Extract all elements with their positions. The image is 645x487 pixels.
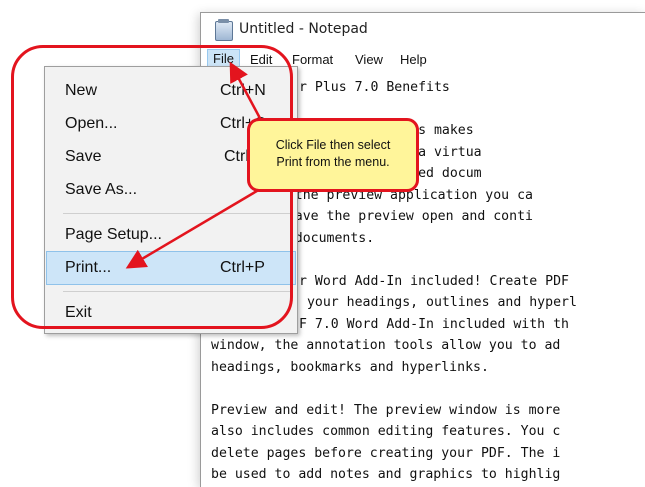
menu-item-label: Page Setup... xyxy=(65,226,162,243)
callout-line-1: Click File then select xyxy=(275,138,391,152)
document-line: delete pages before creating your PDF. T… xyxy=(211,445,561,461)
menu-item-label: Save xyxy=(65,148,102,165)
document-line: window, the annotation tools allow you t… xyxy=(211,338,561,353)
menu-item-shortcut: Ctrl+P xyxy=(220,259,265,276)
menu-view[interactable]: View xyxy=(350,51,388,68)
menu-item-label: New xyxy=(65,82,98,99)
window-title: Untitled - Notepad xyxy=(239,21,368,37)
menu-item-shortcut: Ctrl+N xyxy=(220,82,266,99)
document-line: be used to add notes and graphics to hig… xyxy=(211,467,561,482)
notepad-icon xyxy=(215,19,233,41)
menu-item-page-setup[interactable]: Page Setup... xyxy=(46,219,296,251)
menu-item-exit[interactable]: Exit xyxy=(46,297,296,329)
menu-item-label: Save As... xyxy=(65,181,138,198)
file-menu-dropdown: New Ctrl+N Open... Ctrl+O Save Ctrl+S Sa… xyxy=(44,66,298,334)
menu-item-print[interactable]: Print... Ctrl+P xyxy=(46,251,296,285)
menu-separator xyxy=(63,213,291,214)
instruction-callout: Click File then select Print from the me… xyxy=(247,118,419,192)
title-bar: Untitled - Notepad xyxy=(201,13,645,47)
menu-item-label: Exit xyxy=(65,304,92,321)
menu-help[interactable]: Help xyxy=(395,51,432,68)
document-line: Preview and edit! The preview window is … xyxy=(211,402,561,418)
menu-separator xyxy=(63,291,291,292)
document-line: also includes common editing features. Y… xyxy=(211,424,561,439)
menu-item-label: Open... xyxy=(65,115,118,132)
callout-line-2: Print from the menu. xyxy=(276,155,390,169)
document-line: headings, bookmarks and hyperlinks. xyxy=(211,359,489,375)
menu-item-label: Print... xyxy=(65,259,112,276)
menu-item-new[interactable]: New Ctrl+N xyxy=(46,75,296,107)
